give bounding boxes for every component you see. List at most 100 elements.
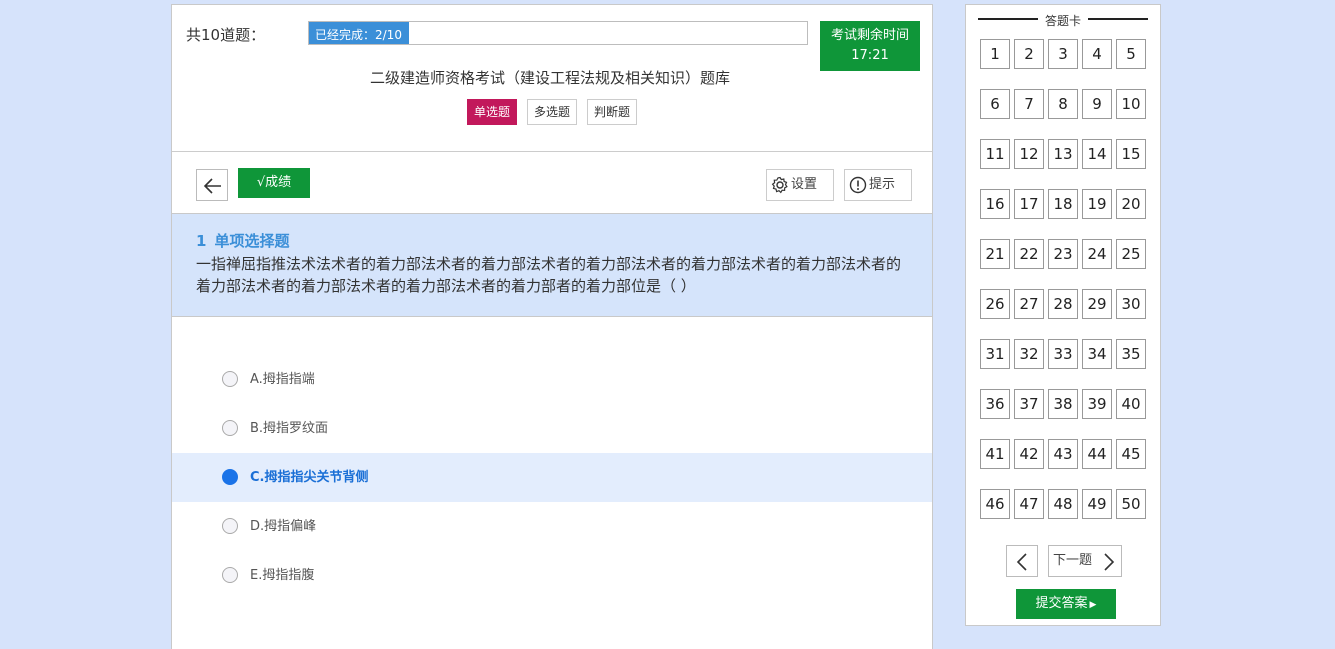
question-number-cell[interactable]: 1 — [980, 39, 1010, 69]
question-number-cell[interactable]: 31 — [980, 339, 1010, 369]
option-label: E.拇指指腹 — [250, 568, 315, 583]
radio-button[interactable] — [222, 469, 238, 485]
arrow-left-icon — [203, 178, 221, 194]
question-number-cell[interactable]: 22 — [1014, 239, 1044, 269]
question-number-cell[interactable]: 43 — [1048, 439, 1078, 469]
question-number-cell[interactable]: 14 — [1082, 139, 1112, 169]
progress-label: 已经完成：2/10 — [315, 28, 402, 42]
score-button[interactable]: √成绩 — [238, 168, 310, 198]
option-label: B.拇指罗纹面 — [250, 421, 329, 436]
question-number-cell[interactable]: 26 — [980, 289, 1010, 319]
answer-card: 答题卡 1 2 3 4 5 6 7 8 9 10 11 12 13 14 15 16 17 18 19 20 21 22 2… — [965, 4, 1161, 626]
question-number: 1 — [196, 232, 207, 250]
exam-title: 二级建造师资格考试（建设工程法规及相关知识）题库 — [369, 69, 730, 87]
question-number-cell[interactable]: 12 — [1014, 139, 1044, 169]
question-number-cell[interactable]: 9 — [1082, 89, 1112, 119]
question-number-cell[interactable]: 44 — [1082, 439, 1112, 469]
question-number-cell[interactable]: 35 — [1116, 339, 1146, 369]
question-number-cell[interactable]: 50 — [1116, 489, 1146, 519]
quiz-panel: 共10道题： 已经完成：2/10 考试剩余时间 17:21 二级建造师资格考试（… — [171, 4, 933, 649]
question-number-cell[interactable]: 45 — [1116, 439, 1146, 469]
question-number-cell[interactable]: 33 — [1048, 339, 1078, 369]
question-number-cell[interactable]: 17 — [1014, 189, 1044, 219]
total-questions-label: 共10道题： — [186, 26, 266, 44]
question-number-cell[interactable]: 16 — [980, 189, 1010, 219]
question-text: 一指禅屈指推法术法术者的着力部法术者的着力部法术者的着力部法术者的着力部法术者的… — [196, 255, 902, 295]
submit-label: 提交答案 — [1035, 596, 1088, 611]
option-d[interactable]: D.拇指偏峰 — [172, 502, 932, 551]
question-number-cell[interactable]: 34 — [1082, 339, 1112, 369]
option-b[interactable]: B.拇指罗纹面 — [172, 404, 932, 453]
chevron-left-icon — [1016, 553, 1027, 571]
question-number-cell[interactable]: 29 — [1082, 289, 1112, 319]
hint-button[interactable]: 提示 — [844, 169, 912, 201]
chevron-right-icon — [1104, 553, 1115, 571]
question-number-cell[interactable]: 7 — [1014, 89, 1044, 119]
question-box: 1 单项选择题 一指禅屈指推法术法术者的着力部法术者的着力部法术者的着力部法术者的… — [172, 213, 932, 317]
question-number-cell[interactable]: 23 — [1048, 239, 1078, 269]
question-number-cell[interactable]: 11 — [980, 139, 1010, 169]
question-header: 1 单项选择题 — [196, 230, 908, 251]
gear-icon — [771, 176, 788, 194]
question-number-cell[interactable]: 39 — [1082, 389, 1112, 419]
question-number-cell[interactable]: 49 — [1082, 489, 1112, 519]
progress-bar: 已经完成：2/10 — [308, 21, 808, 45]
question-number-cell[interactable]: 6 — [980, 89, 1010, 119]
radio-button[interactable] — [222, 420, 238, 436]
question-number-cell[interactable]: 20 — [1116, 189, 1146, 219]
next-question-label: 下一题 — [1053, 553, 1093, 568]
question-number-cell[interactable]: 37 — [1014, 389, 1044, 419]
submit-answer-button[interactable]: 提交答案 ▶ — [1016, 589, 1116, 619]
question-number-cell[interactable]: 41 — [980, 439, 1010, 469]
option-list: A.拇指指端 B.拇指罗纹面 C.拇指指尖关节背侧 D.拇指偏峰 E.拇指指腹 — [172, 355, 932, 600]
question-number-cell[interactable]: 19 — [1082, 189, 1112, 219]
question-number-cell[interactable]: 24 — [1082, 239, 1112, 269]
question-number-cell[interactable]: 46 — [980, 489, 1010, 519]
question-number-cell[interactable]: 42 — [1014, 439, 1044, 469]
radio-button[interactable] — [222, 371, 238, 387]
question-number-cell[interactable]: 30 — [1116, 289, 1146, 319]
question-number-cell[interactable]: 15 — [1116, 139, 1146, 169]
question-number-cell[interactable]: 21 — [980, 239, 1010, 269]
question-number-cell[interactable]: 2 — [1014, 39, 1044, 69]
option-c[interactable]: C.拇指指尖关节背侧 — [172, 453, 932, 502]
caret-right-icon: ▶ — [1089, 600, 1097, 610]
question-number-cell[interactable]: 28 — [1048, 289, 1078, 319]
settings-label: 设置 — [791, 177, 818, 192]
question-number-cell[interactable]: 38 — [1048, 389, 1078, 419]
title-rule-right — [1088, 18, 1148, 20]
answer-card-title: 答题卡 — [1044, 14, 1081, 28]
question-number-cell[interactable]: 10 — [1116, 89, 1146, 119]
back-button[interactable] — [196, 169, 228, 201]
question-number-cell[interactable]: 47 — [1014, 489, 1044, 519]
question-number-cell[interactable]: 3 — [1048, 39, 1078, 69]
question-type-tabs: 单选题 多选题 判断题 — [467, 99, 638, 125]
previous-question-button[interactable] — [1006, 545, 1038, 577]
radio-button[interactable] — [222, 518, 238, 534]
question-number-grid: 1 2 3 4 5 6 7 8 9 10 11 12 13 14 15 16 17 18 19 20 21 22 23 24 2… — [980, 39, 1146, 519]
radio-button[interactable] — [222, 567, 238, 583]
option-label: C.拇指指尖关节背侧 — [250, 470, 369, 485]
question-number-cell[interactable]: 27 — [1014, 289, 1044, 319]
divider — [172, 151, 932, 152]
question-number-cell[interactable]: 25 — [1116, 239, 1146, 269]
question-number-cell[interactable]: 8 — [1048, 89, 1078, 119]
question-number-cell[interactable]: 32 — [1014, 339, 1044, 369]
question-number-cell[interactable]: 4 — [1082, 39, 1112, 69]
settings-button[interactable]: 设置 — [766, 169, 834, 201]
option-label: A.拇指指端 — [250, 372, 315, 387]
tab-multiple-choice[interactable]: 多选题 — [527, 99, 578, 125]
tab-true-false[interactable]: 判断题 — [587, 99, 638, 125]
question-number-cell[interactable]: 18 — [1048, 189, 1078, 219]
question-number-cell[interactable]: 48 — [1048, 489, 1078, 519]
question-number-cell[interactable]: 5 — [1116, 39, 1146, 69]
tab-single-choice[interactable]: 单选题 — [467, 99, 518, 125]
question-number-cell[interactable]: 36 — [980, 389, 1010, 419]
hint-label: 提示 — [869, 177, 896, 192]
exam-timer: 考试剩余时间 17:21 — [820, 21, 920, 71]
option-e[interactable]: E.拇指指腹 — [172, 551, 932, 600]
question-number-cell[interactable]: 40 — [1116, 389, 1146, 419]
question-number-cell[interactable]: 13 — [1048, 139, 1078, 169]
option-a[interactable]: A.拇指指端 — [172, 355, 932, 404]
next-question-button[interactable]: 下一题 — [1048, 545, 1122, 577]
